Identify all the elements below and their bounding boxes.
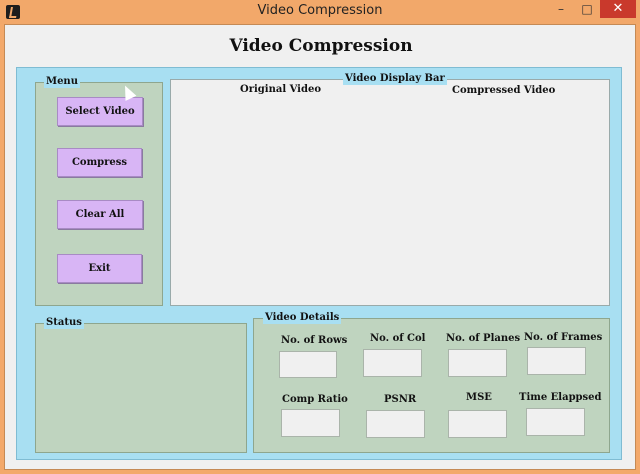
compress-button[interactable]: Compress — [57, 148, 142, 177]
cols-field[interactable] — [363, 349, 422, 377]
minimize-button[interactable]: – — [548, 0, 574, 18]
clear-all-button[interactable]: Clear All — [57, 200, 143, 229]
select-video-button[interactable]: Select Video — [57, 97, 143, 126]
mse-label: MSE — [466, 392, 492, 403]
close-icon: ✕ — [612, 1, 624, 16]
status-panel: Status — [35, 317, 247, 453]
menu-panel: Menu Select Video Compress Clear All Exi… — [35, 76, 163, 306]
maximize-button[interactable]: □ — [574, 0, 600, 18]
time-elapsed-field[interactable] — [526, 408, 585, 436]
planes-label: No. of Planes — [446, 333, 521, 344]
main-container: Menu Select Video Compress Clear All Exi… — [16, 67, 622, 460]
video-details-label: Video Details — [263, 312, 342, 324]
close-button[interactable]: ✕ — [600, 0, 636, 18]
frames-field[interactable] — [527, 347, 586, 375]
psnr-field[interactable] — [366, 410, 425, 438]
video-display-panel: Video Display Bar Original Video Compres… — [170, 73, 610, 306]
rows-field[interactable] — [279, 351, 337, 378]
frames-label: No. of Frames — [524, 332, 603, 343]
maximize-icon: □ — [581, 2, 593, 16]
menu-label: Menu — [44, 76, 80, 88]
video-details-panel: Video Details No. of Rows No. of Col No.… — [253, 312, 610, 453]
title-bar: Video Compression – □ ✕ — [0, 0, 640, 24]
window-title: Video Compression — [257, 3, 383, 18]
rows-label: No. of Rows — [281, 335, 348, 346]
mse-field[interactable] — [448, 410, 507, 438]
planes-field[interactable] — [448, 349, 507, 377]
status-label: Status — [44, 317, 84, 329]
comp-ratio-field[interactable] — [281, 409, 340, 437]
cols-label: No. of Col — [370, 333, 426, 344]
compressed-video-label: Compressed Video — [452, 85, 556, 96]
exit-button[interactable]: Exit — [57, 254, 142, 283]
page-title: Video Compression — [229, 36, 413, 56]
minimize-icon: – — [558, 2, 564, 16]
psnr-label: PSNR — [384, 394, 417, 405]
video-display-label: Video Display Bar — [343, 73, 447, 85]
client-area: Video Compression Menu Select Video Comp… — [4, 24, 636, 470]
comp-ratio-label: Comp Ratio — [282, 394, 348, 405]
original-video-label: Original Video — [240, 84, 322, 95]
time-elapsed-label: Time Elappsed — [519, 392, 602, 403]
